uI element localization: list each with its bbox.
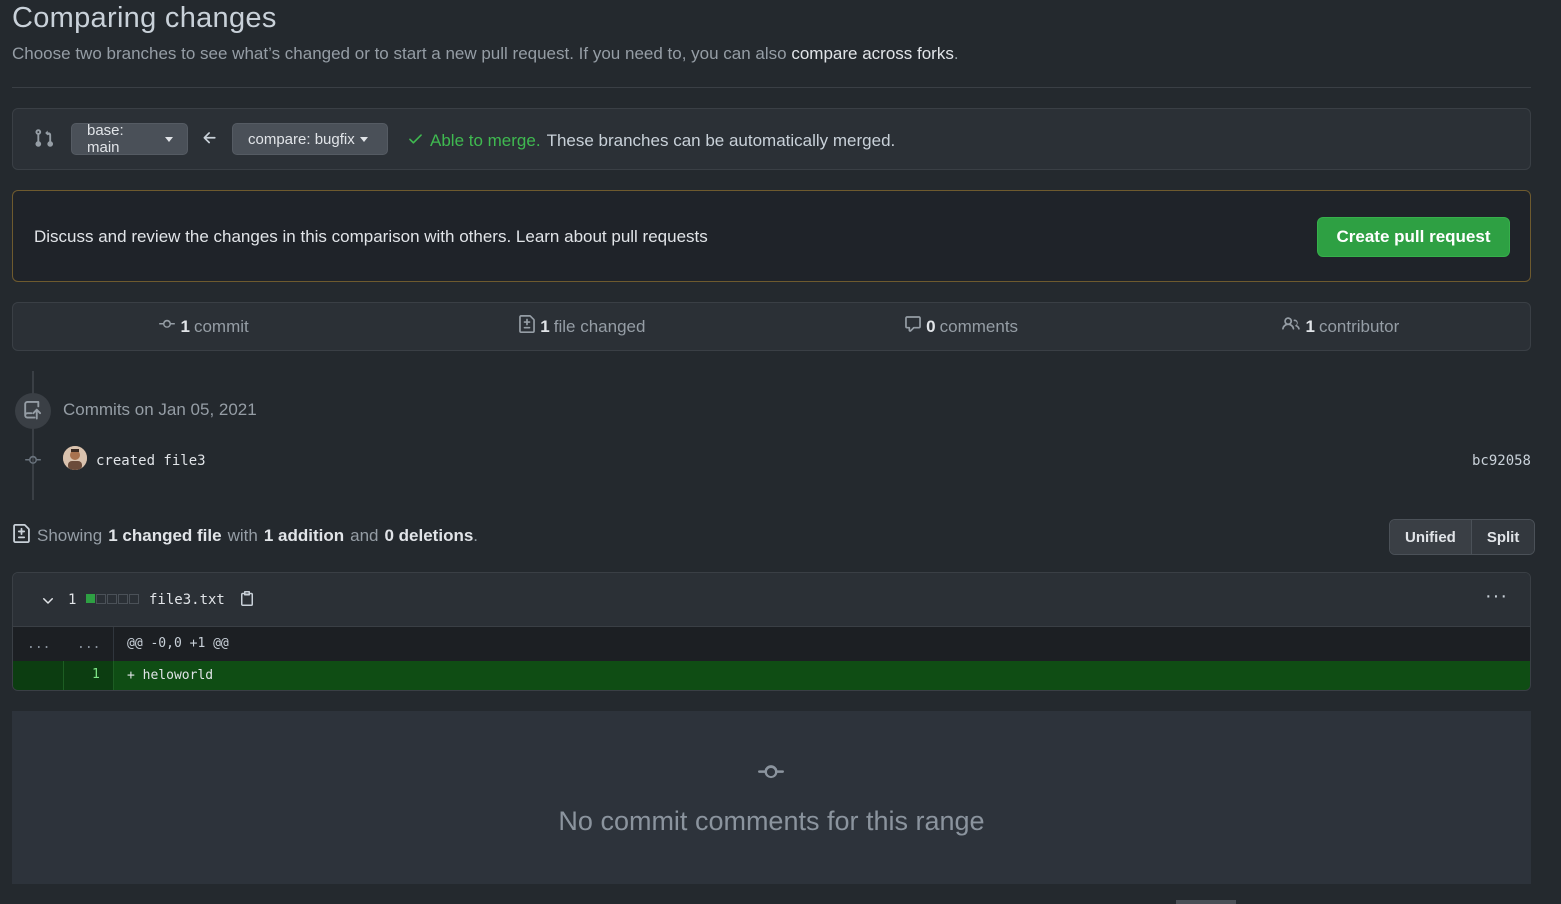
comparison-stats: 1 commit 1 file changed 0 comments 1 con…	[12, 302, 1531, 351]
diff-summary: Showing 1 changed file with 1 addition a…	[12, 524, 478, 548]
learn-about-pr-link[interactable]: Learn about pull requests	[516, 227, 708, 246]
diffstat-neutral	[107, 594, 117, 604]
commits-label: commit	[193, 316, 249, 336]
branch-range-editor: base: main compare: bugfix Able to merge…	[12, 108, 1531, 170]
changed-files-link[interactable]: 1 changed file	[108, 526, 221, 546]
merge-status-desc: These branches can be automatically merg…	[546, 131, 896, 150]
page-subtitle: Choose two branches to see what’s change…	[12, 44, 959, 64]
check-icon	[407, 130, 424, 152]
deletions-count: 0 deletions	[384, 526, 474, 545]
file-change-count: 1	[68, 592, 77, 608]
no-comments-text: No commit comments for this range	[558, 806, 985, 836]
kebab-horizontal-icon[interactable]: ···	[1485, 585, 1508, 608]
comments-label: comments	[939, 316, 1019, 336]
repo-push-icon	[15, 393, 51, 429]
summary-end: .	[473, 526, 479, 545]
pr-discuss-text: Discuss and review the changes in this c…	[34, 227, 512, 246]
divider	[12, 87, 1531, 88]
contributors-count: 1	[1305, 316, 1315, 336]
showing-text: Showing	[37, 526, 103, 545]
commit-message-link[interactable]: created file3	[96, 453, 206, 469]
file-diff-icon	[518, 315, 536, 338]
subtitle-text: Choose two branches to see what’s change…	[12, 44, 787, 63]
merge-status: Able to merge. These branches can be aut…	[407, 130, 895, 152]
hunk-header: @@ -0,0 +1 @@	[127, 636, 229, 651]
hunk-header-row: ... ... @@ -0,0 +1 @@	[13, 627, 1530, 661]
commit-sha-link[interactable]: bc92058	[1472, 453, 1531, 469]
files-label: file changed	[553, 316, 646, 336]
commit-node-icon	[23, 452, 43, 473]
create-pull-request-button[interactable]: Create pull request	[1317, 217, 1510, 257]
caret-down-icon	[359, 136, 368, 142]
files-count: 1	[540, 316, 550, 336]
comments-count: 0	[926, 316, 936, 336]
old-line-gutter	[13, 661, 63, 690]
comment-icon	[904, 315, 922, 338]
base-branch-button[interactable]: base: main	[71, 122, 188, 156]
commits-count: 1	[180, 316, 190, 336]
timeline-line	[32, 371, 34, 500]
file-diff-icon	[12, 524, 31, 548]
create-pr-description: Discuss and review the changes in this c…	[34, 227, 708, 247]
addition-line: 1 + heloworld	[13, 661, 1530, 690]
and-text: and	[350, 526, 379, 545]
diffstat-added	[86, 594, 95, 603]
gutter-divider	[113, 627, 114, 661]
commit-icon	[754, 759, 788, 790]
page-title: Comparing changes	[12, 2, 277, 34]
file-diff: 1 file3.txt ··· ... ... @@ -0,0 +1 @@ 1 …	[12, 572, 1531, 691]
diffstat-neutral	[118, 594, 128, 604]
stat-commits[interactable]: 1 commit	[13, 303, 392, 350]
compare-arrows-icon	[33, 128, 53, 153]
chevron-down-icon[interactable]	[40, 592, 56, 613]
scroll-indicator[interactable]	[1176, 900, 1236, 904]
line-content: + heloworld	[127, 668, 214, 683]
file-name-link[interactable]: file3.txt	[149, 592, 225, 608]
merge-status-ok: Able to merge.	[430, 131, 541, 150]
avatar[interactable]	[63, 446, 87, 470]
hunk-expand-left[interactable]: ...	[27, 637, 50, 652]
copy-icon[interactable]	[239, 589, 255, 612]
compare-branch-label: compare: bugfix	[248, 130, 355, 148]
subtitle-end: .	[953, 44, 959, 63]
compare-branch-button[interactable]: compare: bugfix	[232, 123, 388, 155]
diff-view-toggle: Unified Split	[1389, 519, 1536, 555]
no-comments-panel: No commit comments for this range	[12, 711, 1531, 884]
create-pr-panel: Discuss and review the changes in this c…	[12, 190, 1531, 282]
stat-comments[interactable]: 0 comments	[772, 303, 1151, 350]
with-text: with	[227, 526, 258, 545]
stat-files[interactable]: 1 file changed	[392, 303, 771, 350]
file-header: 1 file3.txt ···	[13, 573, 1530, 627]
stat-contributors[interactable]: 1 contributor	[1151, 303, 1530, 350]
commit-icon	[157, 316, 177, 337]
new-line-gutter	[63, 661, 114, 690]
diffstat-neutral	[96, 594, 106, 604]
diffstat-bar	[86, 594, 139, 604]
people-icon	[1281, 315, 1301, 338]
hunk-expand-right[interactable]: ...	[77, 637, 100, 652]
arrow-left-icon	[201, 129, 219, 152]
unified-view-button[interactable]: Unified	[1390, 520, 1471, 554]
additions-count: 1 addition	[263, 526, 345, 545]
contributors-label: contributor	[1318, 316, 1400, 336]
split-view-button[interactable]: Split	[1470, 520, 1535, 554]
commits-date-heading: Commits on Jan 05, 2021	[63, 400, 257, 419]
caret-down-icon	[165, 136, 173, 142]
line-number[interactable]: 1	[92, 667, 100, 682]
diffstat-neutral	[129, 594, 139, 604]
base-branch-label: base: main	[87, 122, 124, 156]
compare-across-forks-link[interactable]: compare across forks	[791, 44, 954, 63]
